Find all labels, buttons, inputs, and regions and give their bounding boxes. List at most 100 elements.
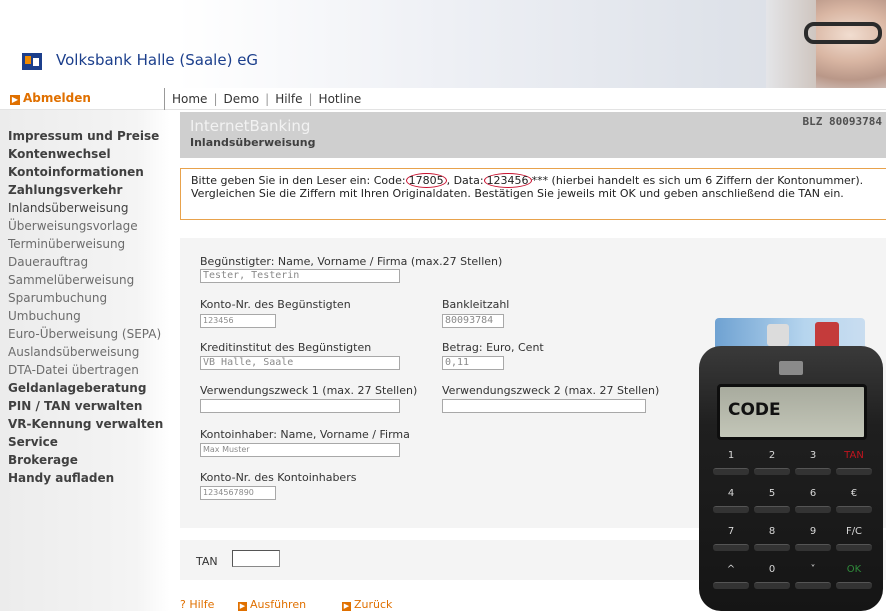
payee-account-input[interactable]: 123456 [200, 314, 276, 328]
sidebar-item[interactable]: Service [8, 434, 58, 450]
bank-code-badge: BLZ 80093784 [802, 115, 882, 128]
instruction-box: Bitte geben Sie in den Leser ein: Code: 1… [180, 168, 886, 220]
holder-account-label: Konto-Nr. des Kontoinhabers [200, 471, 357, 484]
sidebar-item[interactable]: Terminüberweisung [8, 236, 125, 252]
tan-input[interactable] [232, 550, 280, 567]
holder-label: Kontoinhaber: Name, Vorname / Firma [200, 428, 410, 441]
execute-label: Ausführen [250, 598, 307, 611]
code-value: 17805 [405, 173, 447, 188]
help-label: Hilfe [189, 598, 215, 611]
nav-help-link[interactable]: Hilfe [275, 92, 302, 106]
card-chip [767, 324, 789, 346]
sidebar-item[interactable]: VR-Kennung verwalten [8, 416, 163, 432]
instruction-part: Bitte geben Sie in den Leser ein: Code: [191, 174, 406, 187]
purpose1-label: Verwendungszweck 1 (max. 27 Stellen) [200, 384, 418, 397]
instruction-text: Bitte geben Sie in den Leser ein: Code: 1… [191, 173, 871, 200]
purpose2-input[interactable] [442, 399, 646, 413]
nav-separator [164, 88, 165, 110]
arrow-right-icon: ▶ [238, 602, 247, 611]
nav-hotline-link[interactable]: Hotline [319, 92, 362, 106]
device-key[interactable]: OK [836, 564, 872, 589]
nav-demo-link[interactable]: Demo [223, 92, 259, 106]
device-key[interactable]: F/C [836, 526, 872, 551]
purpose2-label: Verwendungszweck 2 (max. 27 Stellen) [442, 384, 660, 397]
logout-label: Abmelden [23, 91, 91, 105]
sidebar-item[interactable]: Brokerage [8, 452, 78, 468]
device-key[interactable]: 9 [795, 526, 831, 551]
back-label: Zurück [354, 598, 393, 611]
device-key[interactable]: 3 [795, 450, 831, 475]
device-body: CODE 1 2 3 TAN 4 5 6 €7 8 9 F/C ^ 0 ˅ OK [699, 346, 883, 611]
nav-divider: | [213, 92, 218, 106]
device-key[interactable]: 7 [713, 526, 749, 551]
sidebar-item[interactable]: Euro-Überweisung (SEPA) [8, 326, 161, 342]
page-header: InternetBanking Inlandsüberweisung BLZ 8… [180, 112, 886, 158]
instruction-part: , Data: [446, 174, 484, 187]
device-key[interactable]: 0 [754, 564, 790, 589]
payee-label: Begünstigter: Name, Vorname / Firma (max… [200, 255, 503, 268]
credit-institute-label: Kreditinstitut des Begünstigten [200, 341, 372, 354]
sidebar-item[interactable]: Dauerauftrag [8, 254, 88, 270]
sidebar-item[interactable]: Sammelüberweisung [8, 272, 134, 288]
bank-name: Volksbank Halle (Saale) eG [56, 51, 259, 69]
sidebar-item[interactable]: DTA-Datei übertragen [8, 362, 139, 378]
execute-button[interactable]: ▶ Ausführen [238, 598, 306, 611]
sidebar-item[interactable]: Impressum und Preise [8, 128, 159, 144]
sidebar-item[interactable]: PIN / TAN verwalten [8, 398, 142, 414]
device-key[interactable]: 4 [713, 488, 749, 513]
sidebar-item[interactable]: Kontoinformationen [8, 164, 144, 180]
device-key[interactable]: 6 [795, 488, 831, 513]
page-title: InternetBanking [190, 117, 311, 135]
sidebar-item[interactable]: Inlandsüberweisung [8, 200, 128, 216]
action-bar: ? Hilfe ▶ Ausführen ▶ Zurück [180, 598, 480, 611]
header-background [0, 0, 886, 88]
amount-label: Betrag: Euro, Cent [442, 341, 544, 354]
bank-code-label: Bankleitzahl [442, 298, 510, 311]
arrow-right-icon: ▶ [10, 95, 20, 105]
payee-account-label: Konto-Nr. des Begünstigten [200, 298, 351, 311]
amount-input[interactable]: 0,11 [442, 356, 504, 370]
nav-home-link[interactable]: Home [172, 92, 207, 106]
volksbank-logo-icon [22, 53, 42, 70]
device-key[interactable]: 1 [713, 450, 749, 475]
question-icon: ? [180, 598, 190, 611]
sidebar-item[interactable]: Sparumbuchung [8, 290, 107, 306]
nav-links: Home | Demo | Hilfe | Hotline [172, 92, 361, 106]
tan-generator-device: CODE 1 2 3 TAN 4 5 6 €7 8 9 F/C ^ 0 ˅ OK [697, 318, 885, 611]
logout-link[interactable]: ▶ Abmelden [10, 91, 91, 105]
credit-institute-input[interactable]: VB Halle, Saale [200, 356, 400, 370]
device-key[interactable]: TAN [836, 450, 872, 475]
holder-account-input[interactable]: 1234567890 [200, 486, 276, 500]
sidebar-item[interactable]: Überweisungsvorlage [8, 218, 138, 234]
device-key[interactable]: € [836, 488, 872, 513]
photo-hair [766, 0, 816, 88]
sidebar: Impressum und Preise Kontenwechsel Kontoin… [0, 110, 170, 611]
device-key[interactable]: ˅ [795, 564, 831, 589]
device-key[interactable]: 8 [754, 526, 790, 551]
device-key[interactable]: ^ [713, 564, 749, 589]
sidebar-item[interactable]: Geldanlageberatung [8, 380, 146, 396]
nav-divider: | [308, 92, 313, 106]
device-screen-text: CODE [728, 400, 781, 420]
nav-divider: | [265, 92, 270, 106]
sidebar-item[interactable]: Kontenwechsel [8, 146, 111, 162]
header: Volksbank Halle (Saale) eG [0, 0, 886, 88]
holder-input[interactable]: Max Muster [200, 443, 400, 457]
device-key[interactable]: 5 [754, 488, 790, 513]
arrow-right-icon: ▶ [342, 602, 351, 611]
photo-glasses [804, 22, 882, 44]
back-button[interactable]: ▶ Zurück [342, 598, 392, 611]
device-key[interactable]: 2 [754, 450, 790, 475]
sidebar-item[interactable]: Zahlungsverkehr [8, 182, 122, 198]
purpose1-input[interactable] [200, 399, 400, 413]
device-screen: CODE [717, 384, 867, 440]
top-navigation: ▶ Abmelden [0, 88, 886, 110]
sidebar-item[interactable]: Handy aufladen [8, 470, 114, 486]
help-button[interactable]: ? Hilfe [180, 598, 214, 611]
bank-code-input[interactable]: 80093784 [442, 314, 504, 328]
header-photo [766, 0, 886, 88]
sidebar-item[interactable]: Auslandsüberweisung [8, 344, 139, 360]
data-value: 123456 [483, 173, 532, 188]
sidebar-item[interactable]: Umbuchung [8, 308, 81, 324]
payee-input[interactable]: Tester, Testerin [200, 269, 400, 283]
